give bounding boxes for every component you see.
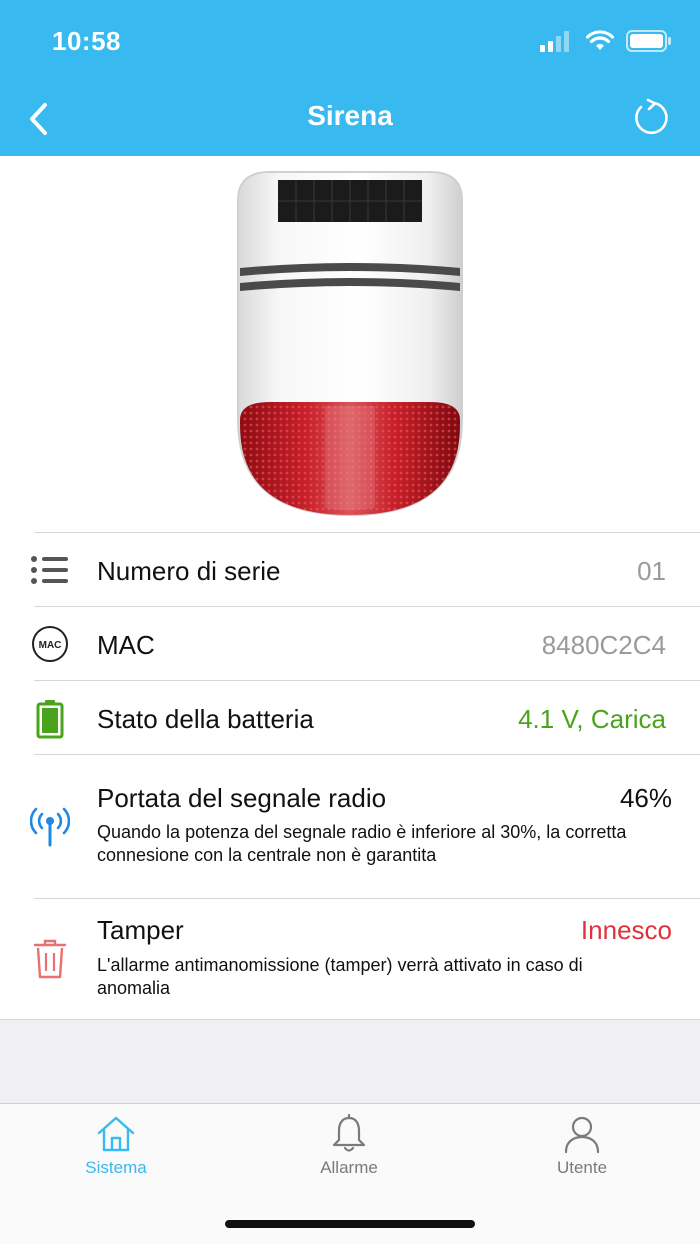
radio-signal-value: 46% (619, 783, 672, 813)
home-icon (97, 1116, 135, 1152)
mac-value: 8480C2C4 (541, 630, 666, 660)
status-icons (540, 30, 672, 52)
trash-icon (30, 939, 70, 979)
mac-icon-text: MAC (39, 640, 62, 651)
signal-antenna-icon (30, 807, 70, 847)
page-title: Sirena (307, 100, 393, 131)
tamper-label: Tamper (97, 915, 184, 945)
tab-allarme[interactable]: Allarme (274, 1114, 424, 1178)
battery-value: 4.1 V, Carica (518, 704, 666, 734)
tab-utente-label: Utente (556, 1158, 608, 1177)
user-icon (564, 1116, 600, 1154)
tab-utente[interactable]: Utente (507, 1114, 657, 1178)
device-image-area (0, 156, 700, 532)
radio-signal-row: Portata del segnale radio 46% Quando la … (30, 754, 700, 898)
siren-device-illustration (237, 171, 463, 517)
tamper-row: Tamper Innesco L'allarme antimanomission… (33, 898, 700, 1018)
radio-signal-label: Portata del segnale radio (97, 783, 387, 813)
status-time: 10:58 (52, 26, 121, 56)
home-indicator (225, 1220, 475, 1228)
list-icon (30, 555, 70, 585)
header: 10:58 Sirena (0, 0, 700, 156)
content-footer-background (0, 1019, 700, 1103)
device-info-list: Numero di serie 01 MAC MAC 8480C2C4 Stat… (0, 532, 700, 1018)
wifi-icon (586, 30, 614, 50)
serial-number-value: 01 (637, 556, 666, 586)
tab-sistema-label: Sistema (85, 1158, 147, 1177)
battery-status-icon (626, 30, 671, 52)
cellular-signal-icon (540, 31, 569, 52)
refresh-icon (635, 98, 668, 135)
refresh-button[interactable] (630, 94, 670, 140)
battery-row: Stato della batteria 4.1 V, Carica (34, 680, 700, 754)
tab-allarme-label: Allarme (320, 1158, 378, 1177)
battery-label: Stato della batteria (97, 704, 314, 734)
tab-sistema[interactable]: Sistema (41, 1114, 191, 1178)
mac-icon: MAC (30, 625, 70, 663)
battery-icon (30, 699, 70, 739)
serial-number-label: Numero di serie (97, 556, 281, 586)
tamper-value: Innesco (580, 915, 672, 945)
tamper-description: L'allarme antimanomissione (tamper) verr… (97, 955, 583, 998)
mac-label: MAC (97, 630, 155, 660)
bell-icon (332, 1114, 366, 1152)
serial-number-row: Numero di serie 01 (31, 532, 700, 606)
radio-signal-description: Quando la potenza del segnale radio è in… (97, 822, 627, 865)
mac-row: MAC MAC 8480C2C4 (32, 606, 700, 680)
